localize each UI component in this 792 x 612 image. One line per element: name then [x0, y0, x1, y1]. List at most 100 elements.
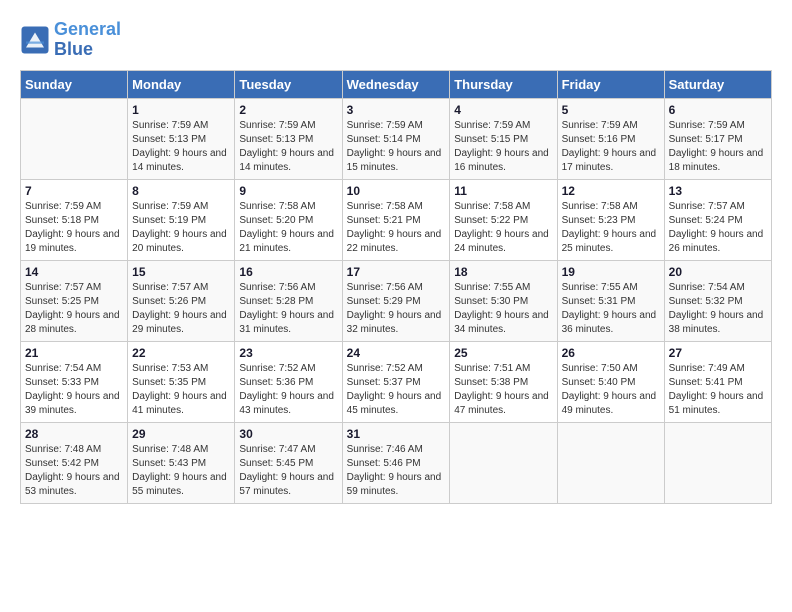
day-info: Sunrise: 7:54 AM Sunset: 5:32 PM Dayligh… — [669, 281, 767, 337]
day-info: Sunrise: 7:54 AM Sunset: 5:33 PM Dayligh… — [25, 362, 123, 418]
day-number: 28 — [25, 427, 123, 441]
calendar-table: SundayMondayTuesdayWednesdayThursdayFrid… — [20, 70, 772, 504]
calendar-cell: 14 Sunrise: 7:57 AM Sunset: 5:25 PM Dayli… — [21, 260, 128, 341]
day-info: Sunrise: 7:58 AM Sunset: 5:23 PM Dayligh… — [562, 200, 660, 256]
day-info: Sunrise: 7:59 AM Sunset: 5:14 PM Dayligh… — [347, 119, 446, 175]
day-info: Sunrise: 7:46 AM Sunset: 5:46 PM Dayligh… — [347, 443, 446, 499]
calendar-cell — [664, 422, 771, 503]
day-info: Sunrise: 7:55 AM Sunset: 5:30 PM Dayligh… — [454, 281, 552, 337]
calendar-cell: 26 Sunrise: 7:50 AM Sunset: 5:40 PM Dayli… — [557, 341, 664, 422]
day-number: 4 — [454, 103, 552, 117]
day-number: 24 — [347, 346, 446, 360]
day-number: 26 — [562, 346, 660, 360]
day-number: 7 — [25, 184, 123, 198]
calendar-week-row: 14 Sunrise: 7:57 AM Sunset: 5:25 PM Dayli… — [21, 260, 772, 341]
calendar-week-row: 1 Sunrise: 7:59 AM Sunset: 5:13 PM Daylig… — [21, 98, 772, 179]
calendar-week-row: 28 Sunrise: 7:48 AM Sunset: 5:42 PM Dayli… — [21, 422, 772, 503]
day-number: 13 — [669, 184, 767, 198]
day-number: 9 — [239, 184, 337, 198]
weekday-header: Friday — [557, 70, 664, 98]
calendar-cell: 24 Sunrise: 7:52 AM Sunset: 5:37 PM Dayli… — [342, 341, 450, 422]
day-info: Sunrise: 7:59 AM Sunset: 5:17 PM Dayligh… — [669, 119, 767, 175]
calendar-cell: 2 Sunrise: 7:59 AM Sunset: 5:13 PM Daylig… — [235, 98, 342, 179]
calendar-cell — [450, 422, 557, 503]
day-number: 25 — [454, 346, 552, 360]
day-number: 16 — [239, 265, 337, 279]
day-info: Sunrise: 7:56 AM Sunset: 5:29 PM Dayligh… — [347, 281, 446, 337]
day-number: 18 — [454, 265, 552, 279]
day-info: Sunrise: 7:59 AM Sunset: 5:18 PM Dayligh… — [25, 200, 123, 256]
calendar-cell: 23 Sunrise: 7:52 AM Sunset: 5:36 PM Dayli… — [235, 341, 342, 422]
weekday-header: Wednesday — [342, 70, 450, 98]
weekday-header: Monday — [128, 70, 235, 98]
day-info: Sunrise: 7:59 AM Sunset: 5:13 PM Dayligh… — [239, 119, 337, 175]
day-number: 21 — [25, 346, 123, 360]
calendar-cell: 17 Sunrise: 7:56 AM Sunset: 5:29 PM Dayli… — [342, 260, 450, 341]
calendar-cell: 12 Sunrise: 7:58 AM Sunset: 5:23 PM Dayli… — [557, 179, 664, 260]
day-info: Sunrise: 7:59 AM Sunset: 5:16 PM Dayligh… — [562, 119, 660, 175]
day-info: Sunrise: 7:47 AM Sunset: 5:45 PM Dayligh… — [239, 443, 337, 499]
day-number: 23 — [239, 346, 337, 360]
calendar-cell: 27Sunrise: 7:49 AM Sunset: 5:41 PM Dayli… — [664, 341, 771, 422]
weekday-header: Sunday — [21, 70, 128, 98]
day-info: Sunrise: 7:59 AM Sunset: 5:15 PM Dayligh… — [454, 119, 552, 175]
day-info: Sunrise: 7:48 AM Sunset: 5:42 PM Dayligh… — [25, 443, 123, 499]
day-number: 31 — [347, 427, 446, 441]
calendar-cell: 30 Sunrise: 7:47 AM Sunset: 5:45 PM Dayli… — [235, 422, 342, 503]
calendar-cell: 20 Sunrise: 7:54 AM Sunset: 5:32 PM Dayli… — [664, 260, 771, 341]
calendar-cell: 3 Sunrise: 7:59 AM Sunset: 5:14 PM Daylig… — [342, 98, 450, 179]
day-number: 3 — [347, 103, 446, 117]
day-info: Sunrise: 7:55 AM Sunset: 5:31 PM Dayligh… — [562, 281, 660, 337]
calendar-cell: 31 Sunrise: 7:46 AM Sunset: 5:46 PM Dayli… — [342, 422, 450, 503]
calendar-week-row: 7 Sunrise: 7:59 AM Sunset: 5:18 PM Daylig… — [21, 179, 772, 260]
day-number: 22 — [132, 346, 230, 360]
day-number: 19 — [562, 265, 660, 279]
weekday-header: Tuesday — [235, 70, 342, 98]
day-info: Sunrise: 7:56 AM Sunset: 5:28 PM Dayligh… — [239, 281, 337, 337]
calendar-cell — [21, 98, 128, 179]
calendar-cell: 29Sunrise: 7:48 AM Sunset: 5:43 PM Dayli… — [128, 422, 235, 503]
day-info: Sunrise: 7:58 AM Sunset: 5:20 PM Dayligh… — [239, 200, 337, 256]
day-number: 11 — [454, 184, 552, 198]
day-info: Sunrise: 7:52 AM Sunset: 5:37 PM Dayligh… — [347, 362, 446, 418]
day-number: 5 — [562, 103, 660, 117]
calendar-cell: 6Sunrise: 7:59 AM Sunset: 5:17 PM Daylig… — [664, 98, 771, 179]
calendar-cell: 7 Sunrise: 7:59 AM Sunset: 5:18 PM Daylig… — [21, 179, 128, 260]
day-info: Sunrise: 7:51 AM Sunset: 5:38 PM Dayligh… — [454, 362, 552, 418]
day-number: 8 — [132, 184, 230, 198]
day-info: Sunrise: 7:48 AM Sunset: 5:43 PM Dayligh… — [132, 443, 230, 499]
day-info: Sunrise: 7:52 AM Sunset: 5:36 PM Dayligh… — [239, 362, 337, 418]
calendar-cell: 13 Sunrise: 7:57 AM Sunset: 5:24 PM Dayli… — [664, 179, 771, 260]
logo-icon — [20, 25, 50, 55]
calendar-header: SundayMondayTuesdayWednesdayThursdayFrid… — [21, 70, 772, 98]
day-info: Sunrise: 7:59 AM Sunset: 5:19 PM Dayligh… — [132, 200, 230, 256]
day-info: Sunrise: 7:49 AM Sunset: 5:41 PM Dayligh… — [669, 362, 767, 418]
calendar-cell: 10 Sunrise: 7:58 AM Sunset: 5:21 PM Dayli… — [342, 179, 450, 260]
day-info: Sunrise: 7:58 AM Sunset: 5:21 PM Dayligh… — [347, 200, 446, 256]
day-info: Sunrise: 7:57 AM Sunset: 5:25 PM Dayligh… — [25, 281, 123, 337]
day-number: 2 — [239, 103, 337, 117]
day-number: 17 — [347, 265, 446, 279]
weekday-header: Saturday — [664, 70, 771, 98]
day-number: 14 — [25, 265, 123, 279]
calendar-cell — [557, 422, 664, 503]
calendar-cell: 22Sunrise: 7:53 AM Sunset: 5:35 PM Dayli… — [128, 341, 235, 422]
day-number: 20 — [669, 265, 767, 279]
day-number: 10 — [347, 184, 446, 198]
day-info: Sunrise: 7:50 AM Sunset: 5:40 PM Dayligh… — [562, 362, 660, 418]
weekday-header: Thursday — [450, 70, 557, 98]
day-info: Sunrise: 7:57 AM Sunset: 5:24 PM Dayligh… — [669, 200, 767, 256]
day-number: 30 — [239, 427, 337, 441]
calendar-cell: 8 Sunrise: 7:59 AM Sunset: 5:19 PM Daylig… — [128, 179, 235, 260]
day-info: Sunrise: 7:57 AM Sunset: 5:26 PM Dayligh… — [132, 281, 230, 337]
calendar-body: 1 Sunrise: 7:59 AM Sunset: 5:13 PM Daylig… — [21, 98, 772, 503]
calendar-cell: 16 Sunrise: 7:56 AM Sunset: 5:28 PM Dayli… — [235, 260, 342, 341]
calendar-cell: 25 Sunrise: 7:51 AM Sunset: 5:38 PM Dayli… — [450, 341, 557, 422]
day-number: 15 — [132, 265, 230, 279]
day-number: 1 — [132, 103, 230, 117]
page-header: General Blue — [20, 20, 772, 60]
logo-text: General Blue — [54, 20, 121, 60]
day-number: 12 — [562, 184, 660, 198]
day-info: Sunrise: 7:59 AM Sunset: 5:13 PM Dayligh… — [132, 119, 230, 175]
calendar-cell: 11Sunrise: 7:58 AM Sunset: 5:22 PM Dayli… — [450, 179, 557, 260]
